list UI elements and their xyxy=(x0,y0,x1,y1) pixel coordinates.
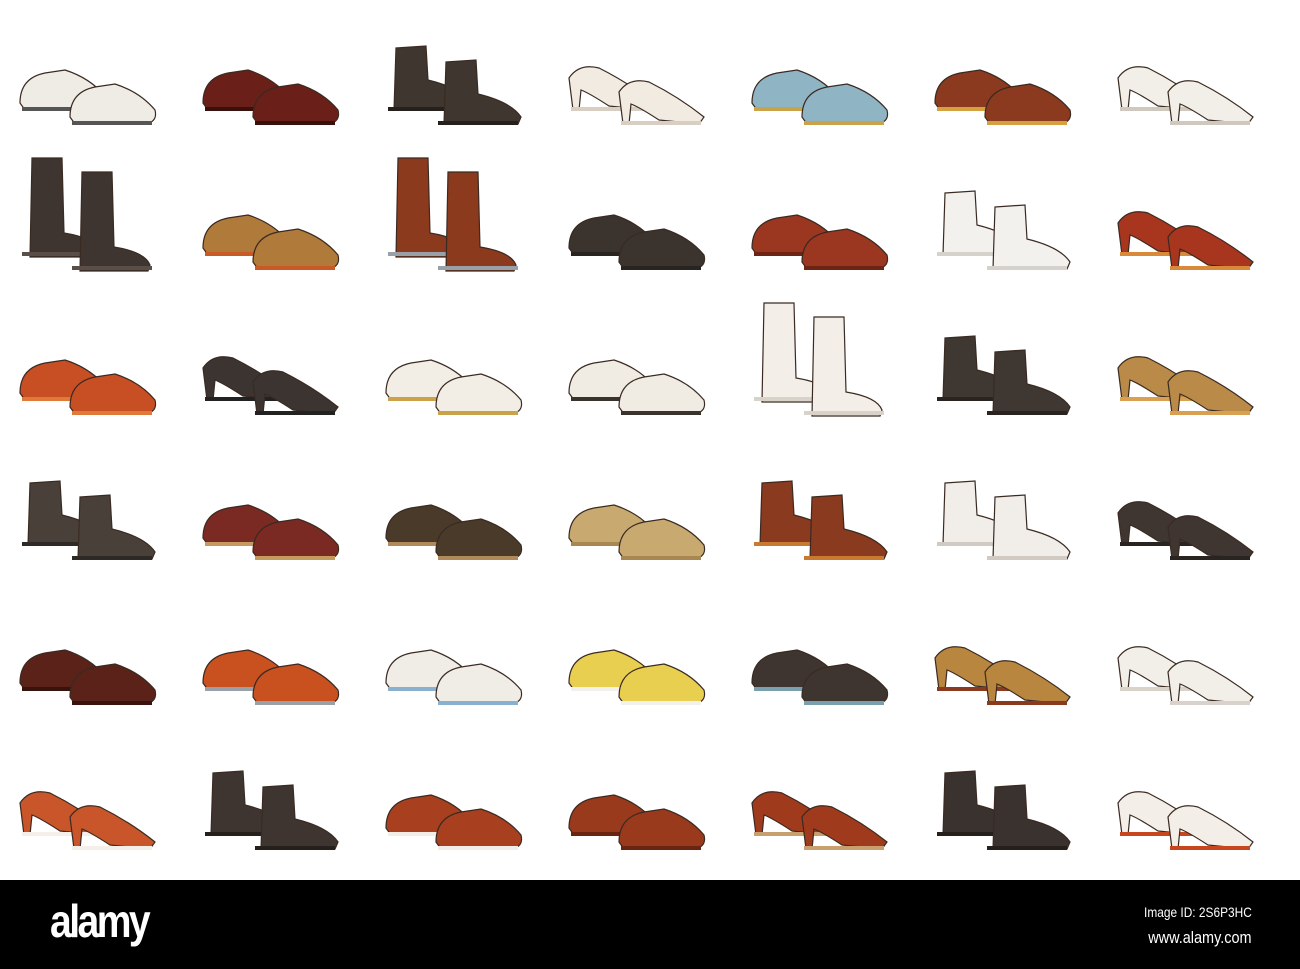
shoe-pair-icon xyxy=(385,649,523,705)
shoe-pair-icon xyxy=(754,480,888,560)
shoe-pair-icon xyxy=(202,214,340,270)
shoe-pair-icon xyxy=(385,359,523,415)
shoe-pair-icon xyxy=(202,356,339,415)
watermark-footer: alamy Image ID: 2S6P3HC www.alamy.com xyxy=(0,880,1300,969)
shoe-pair-icon xyxy=(202,69,340,125)
shoe-pair-icon xyxy=(1117,66,1254,125)
shoe-pair-icon xyxy=(205,770,339,850)
shoe-pair-icon xyxy=(751,69,889,125)
shoe-pair-icon xyxy=(19,791,156,850)
shoe-pair-icon xyxy=(19,649,157,705)
shoe-pair-icon xyxy=(568,359,706,415)
shoe-pair-icon xyxy=(1117,646,1254,705)
shoe-pair-icon xyxy=(19,69,157,125)
shoe-pair-icon xyxy=(1117,791,1254,850)
shoe-pair-icon xyxy=(934,646,1071,705)
shoe-pair-icon xyxy=(202,649,340,705)
shoe-pair-icon xyxy=(937,190,1071,270)
shoe-pair-icon xyxy=(22,157,152,272)
shoe-pair-icon xyxy=(385,504,523,560)
shoe-pair-icon xyxy=(934,69,1072,125)
shoe-pair-icon xyxy=(385,794,523,850)
shoe-pair-icon xyxy=(751,214,889,270)
image-id: Image ID: 2S6P3HC xyxy=(1144,904,1252,920)
shoe-pair-icon xyxy=(568,649,706,705)
shoe-pair-icon xyxy=(937,480,1071,560)
shoe-pair-icon xyxy=(568,214,706,270)
alamy-logo: alamy xyxy=(50,895,151,947)
shoe-pair-icon xyxy=(19,359,157,415)
shoe-pair-icon xyxy=(754,302,884,417)
shoe-pair-icon xyxy=(937,335,1071,415)
shoe-pair-icon xyxy=(568,66,705,125)
shoe-pair-icon xyxy=(22,480,156,560)
shoe-pair-icon xyxy=(388,45,522,125)
shoe-collection-illustration xyxy=(0,0,1300,880)
shoe-pair-icon xyxy=(388,157,518,272)
shoe-pair-icon xyxy=(937,770,1071,850)
shoe-pair-icon xyxy=(751,649,889,705)
shoe-pair-icon xyxy=(1117,356,1254,415)
shoe-pair-icon xyxy=(751,791,888,850)
shoe-pair-icon xyxy=(568,504,706,560)
shoe-pair-icon xyxy=(202,504,340,560)
shoe-pair-icon xyxy=(1117,211,1254,270)
shoe-pair-icon xyxy=(1117,501,1254,560)
shoe-pair-icon xyxy=(568,794,706,850)
website-url: www.alamy.com xyxy=(1148,928,1252,947)
